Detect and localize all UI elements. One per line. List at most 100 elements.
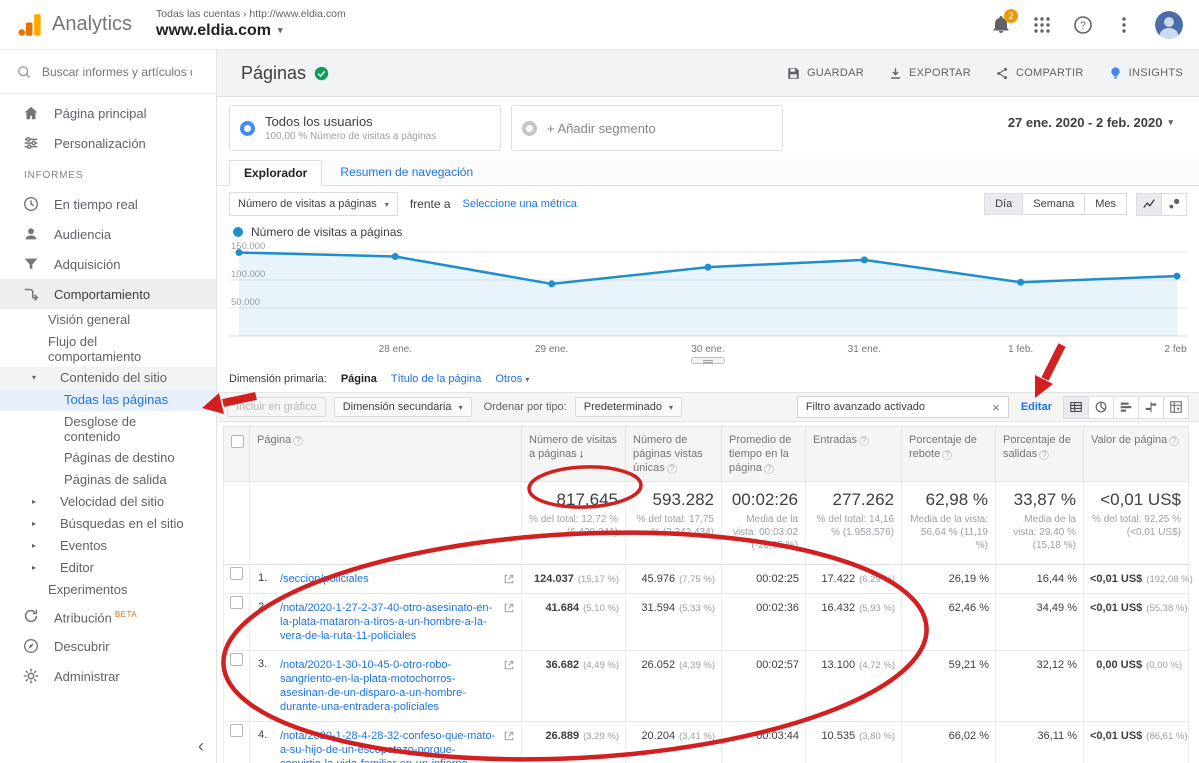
sidebar-item-busquedas-en-el-sitio[interactable]: ▸Búsquedas en el sitio: [0, 513, 216, 535]
row-checkbox-cell[interactable]: [224, 594, 250, 651]
page-link[interactable]: /nota/2020-1-27-2-37-40-otro-asesinato-e…: [280, 601, 497, 643]
sidebar-item-eventos[interactable]: ▸Eventos: [0, 535, 216, 557]
sidebar-item-personalizacion[interactable]: Personalización: [0, 128, 216, 158]
granularity-month-button[interactable]: Mes: [1084, 193, 1127, 215]
dimension-titulo-pagina[interactable]: Título de la página: [391, 373, 482, 385]
dimension-otros[interactable]: Otros ▾: [495, 373, 529, 385]
view-table-button[interactable]: [1063, 396, 1089, 419]
sidebar-item-experimentos[interactable]: Experimentos: [0, 579, 216, 601]
row-checkbox[interactable]: [230, 596, 243, 609]
view-performance-button[interactable]: [1113, 396, 1139, 419]
sidebar-item-paginas-de-destino[interactable]: Páginas de destino: [0, 447, 216, 469]
line-chart-toggle[interactable]: [1136, 193, 1162, 216]
sidebar-item-flujo-del-comportamiento[interactable]: Flujo del comportamiento: [0, 331, 216, 367]
chevron-right-icon: ▸: [32, 494, 42, 506]
motion-chart-toggle[interactable]: [1161, 193, 1187, 216]
guardar-button[interactable]: GUARDAR: [786, 66, 864, 81]
col-header-rebote[interactable]: Porcentaje de rebote?: [902, 427, 996, 482]
sidebar-item-en-tiempo-real[interactable]: En tiempo real: [0, 189, 216, 219]
advanced-filter-box[interactable]: Filtro avanzado activado ×: [797, 396, 1009, 418]
bounce-cell: 59,21 %: [902, 651, 996, 722]
external-link-icon[interactable]: [503, 602, 515, 614]
app-name: Analytics: [52, 13, 132, 36]
advanced-filter-label: Filtro avanzado activado: [806, 401, 925, 413]
segment-chip-all-users[interactable]: Todos los usuarios 100,00 % Número de vi…: [229, 105, 501, 151]
help-button[interactable]: ?: [1073, 15, 1093, 35]
col-header-salidas[interactable]: Porcentaje de salidas?: [996, 427, 1084, 482]
sidebar-item-atribucion[interactable]: AtribuciónBETA: [0, 601, 216, 631]
close-icon[interactable]: ×: [988, 400, 1004, 415]
sidebar-item-todas-las-paginas[interactable]: Todas las páginas: [0, 389, 216, 411]
metric-dropdown[interactable]: Número de visitas a páginas ▾: [229, 192, 398, 216]
property-selector[interactable]: Todas las cuentas › http://www.eldia.com…: [156, 8, 346, 41]
row-checkbox-cell[interactable]: [224, 565, 250, 594]
page-link[interactable]: /nota/2020-1-28-4-28-32-confeso-que-mato…: [280, 729, 497, 763]
sort-type-dropdown[interactable]: Predeterminado ▾: [575, 397, 682, 417]
secondary-dimension-dropdown[interactable]: Dimensión secundaria ▾: [334, 397, 472, 417]
col-header-tiempo[interactable]: Promedio de tiempo en la página?: [722, 427, 806, 482]
col-header-pagina[interactable]: Página?: [250, 427, 522, 482]
sidebar-search[interactable]: [0, 50, 216, 94]
more-menu-button[interactable]: [1114, 15, 1134, 35]
add-segment-chip[interactable]: + Añadir segmento: [511, 105, 783, 151]
granularity-week-button[interactable]: Semana: [1022, 193, 1085, 215]
granularity-day-button[interactable]: Día: [984, 193, 1023, 215]
sidebar-section-informes: INFORMES: [0, 158, 216, 189]
help-icon: ?: [1073, 15, 1093, 35]
sidebar-collapse-button[interactable]: ‹: [198, 736, 204, 757]
external-link-icon[interactable]: [503, 730, 515, 742]
dimension-pagina[interactable]: Página: [341, 373, 377, 385]
sidebar-item-velocidad-del-sitio[interactable]: ▸Velocidad del sitio: [0, 491, 216, 513]
exportar-button[interactable]: EXPORTAR: [888, 66, 971, 81]
col-header-visitas[interactable]: Número de visitas a páginas↓: [522, 427, 626, 482]
chevron-down-icon: ▾: [32, 370, 42, 382]
row-checkbox[interactable]: [230, 567, 243, 580]
search-input[interactable]: [42, 65, 192, 79]
sidebar-item-vision-general[interactable]: Visión general: [0, 309, 216, 331]
chart-scroll-handle[interactable]: [691, 357, 725, 364]
tab-explorador[interactable]: Explorador: [229, 160, 322, 186]
sidebar-item-editor[interactable]: ▸Editor: [0, 557, 216, 579]
row-checkbox-cell[interactable]: [224, 722, 250, 763]
edit-filter-link[interactable]: Editar: [1021, 401, 1052, 413]
select-metric-link[interactable]: Seleccione una métrica: [463, 198, 577, 210]
col-header-vistas-unicas[interactable]: Número de páginas vistas únicas?: [626, 427, 722, 482]
insights-button[interactable]: INSIGHTS: [1108, 66, 1183, 81]
date-range-selector[interactable]: 27 ene. 2020 - 2 feb. 2020 ▾: [1008, 105, 1183, 130]
view-pivot-button[interactable]: [1163, 396, 1189, 419]
select-all-checkbox[interactable]: [224, 427, 250, 482]
view-percentage-button[interactable]: [1088, 396, 1114, 419]
row-checkbox-cell[interactable]: [224, 651, 250, 722]
page-link[interactable]: /seccion/policiales: [280, 572, 497, 586]
top-header: Analytics Todas las cuentas › http://www…: [0, 0, 1199, 50]
sidebar-item-descubrir[interactable]: Descubrir: [0, 631, 216, 661]
sidebar-item-label: Experimentos: [48, 582, 127, 597]
col-header-entradas[interactable]: Entradas?: [806, 427, 902, 482]
external-link-icon[interactable]: [503, 659, 515, 671]
sidebar-item-paginas-de-salida[interactable]: Páginas de salida: [0, 469, 216, 491]
sidebar-item-contenido-del-sitio[interactable]: ▾Contenido del sitio: [0, 367, 216, 389]
visits-cell: 41.684(5,10 %): [522, 594, 626, 651]
sidebar-item-comportamiento[interactable]: Comportamiento: [0, 279, 216, 309]
row-index: 2.: [258, 601, 274, 613]
visits-cell: 26.889(3,29 %): [522, 722, 626, 763]
account-avatar[interactable]: [1155, 11, 1183, 39]
page-link[interactable]: /nota/2020-1-30-10-45-0-otro-robo-sangri…: [280, 658, 497, 714]
chevron-right-icon: ▸: [32, 560, 42, 572]
apps-grid-button[interactable]: [1032, 15, 1052, 35]
sidebar-item-label: Eventos: [60, 538, 107, 553]
row-checkbox[interactable]: [230, 724, 243, 737]
external-link-icon[interactable]: [503, 573, 515, 585]
col-header-valor[interactable]: Valor de página?: [1084, 427, 1189, 482]
sidebar-item-pagina-principal[interactable]: Página principal: [0, 98, 216, 128]
sidebar-item-desglose-de-contenido[interactable]: Desglose de contenido: [0, 411, 216, 447]
sidebar-item-audiencia[interactable]: Audiencia: [0, 219, 216, 249]
compartir-button[interactable]: COMPARTIR: [995, 66, 1084, 81]
analytics-logo[interactable]: Analytics: [0, 11, 142, 39]
notifications-button[interactable]: 2: [991, 15, 1011, 35]
sidebar-item-adquisicion[interactable]: Adquisición: [0, 249, 216, 279]
tab-resumen-navegacion[interactable]: Resumen de navegación: [326, 160, 487, 185]
view-comparison-button[interactable]: [1138, 396, 1164, 419]
row-checkbox[interactable]: [230, 653, 243, 666]
sidebar-item-administrar[interactable]: Administrar: [0, 661, 216, 691]
